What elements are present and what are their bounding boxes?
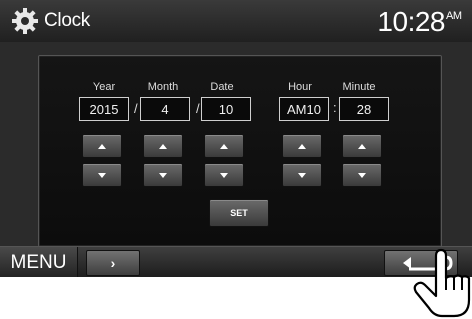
arrow-down-icon (98, 172, 106, 178)
month-field: 4 (140, 97, 190, 121)
date-down-button[interactable] (204, 163, 244, 187)
year-field: 2015 (79, 97, 129, 121)
minute-down-button[interactable] (342, 163, 382, 187)
pointing-hand-icon (413, 248, 471, 318)
set-button[interactable]: SET (209, 199, 269, 227)
arrow-down-icon (358, 172, 366, 178)
month-label: Month (147, 81, 179, 93)
date-label: Date (210, 81, 234, 93)
arrow-up-icon (358, 143, 366, 149)
title-bar: Clock 10:28AM (0, 0, 472, 42)
date-field: 10 (201, 97, 251, 121)
clock-screen: Clock 10:28AM Year 2015 / Month 4 / Date… (0, 0, 472, 277)
arrow-down-icon (159, 172, 167, 178)
month-up-button[interactable] (143, 134, 183, 158)
menu-button[interactable]: MENU (0, 247, 78, 277)
minute-up-button[interactable] (342, 134, 382, 158)
clock-ampm: AM (446, 10, 462, 22)
arrow-up-icon (298, 143, 306, 149)
bottom-bar: MENU › (0, 246, 472, 277)
page-title: Clock (44, 10, 91, 31)
date-up-button[interactable] (204, 134, 244, 158)
hour-down-button[interactable] (282, 163, 322, 187)
year-down-button[interactable] (82, 163, 122, 187)
hour-field: AM10 (279, 97, 329, 121)
arrow-up-icon (220, 143, 228, 149)
minute-field: 28 (339, 97, 389, 121)
gear-icon (12, 8, 38, 34)
arrow-down-icon (298, 172, 306, 178)
time-separator: : (333, 100, 337, 115)
clock-time: 10:28 (377, 6, 445, 37)
year-up-button[interactable] (82, 134, 122, 158)
year-label: Year (92, 81, 116, 93)
date-separator: / (134, 101, 138, 116)
arrow-up-icon (98, 143, 106, 149)
next-button[interactable]: › (86, 250, 140, 276)
clock-display: 10:28AM (377, 6, 462, 38)
minute-label: Minute (342, 81, 376, 93)
hour-up-button[interactable] (282, 134, 322, 158)
arrow-down-icon (220, 172, 228, 178)
chevron-right-icon: › (110, 255, 116, 271)
hour-label: Hour (288, 81, 312, 93)
arrow-up-icon (159, 143, 167, 149)
date-separator: / (196, 101, 200, 116)
month-down-button[interactable] (143, 163, 183, 187)
